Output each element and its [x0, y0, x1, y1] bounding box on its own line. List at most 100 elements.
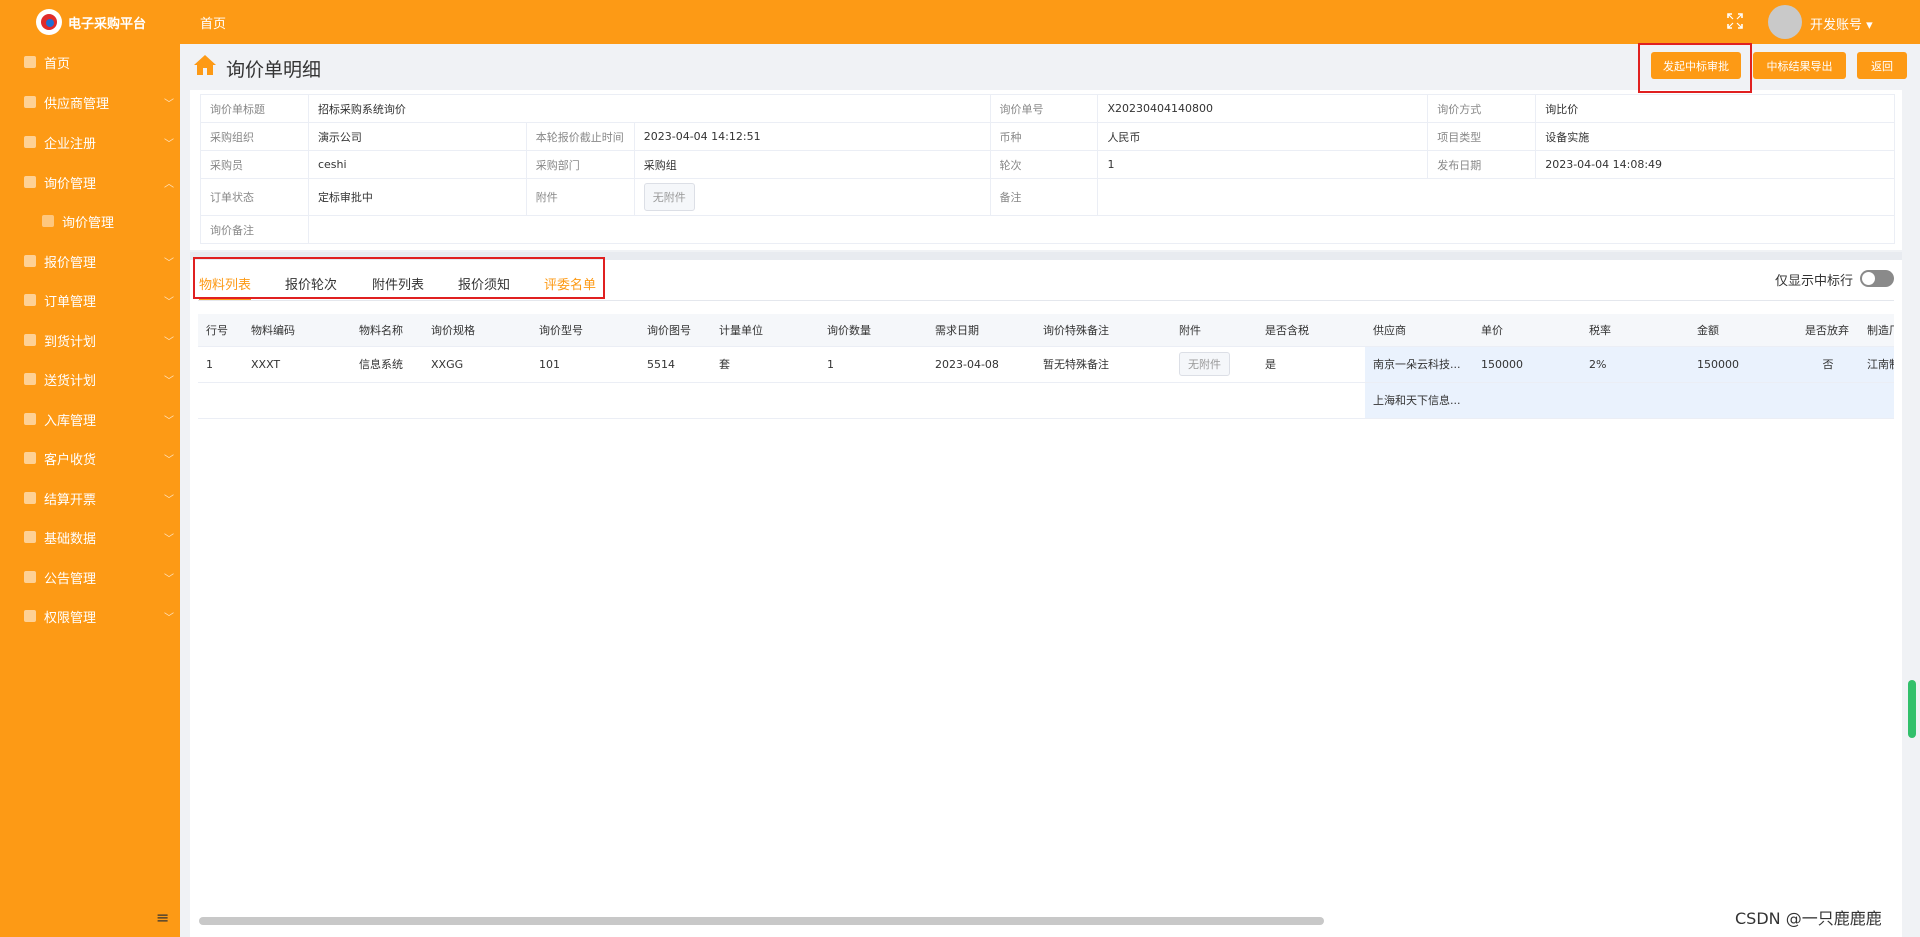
info-value: ceshi: [307, 150, 527, 179]
empty-cell: [1797, 382, 1859, 419]
account-menu[interactable]: 开发账号 ▾: [1810, 14, 1873, 33]
material-table: 行号 物料编码 物料名称 询价规格 询价型号 询价图号 计量单位 询价数量 需求…: [198, 314, 1894, 424]
no-attachment-button[interactable]: 无附件: [643, 183, 695, 211]
info-value: 询比价: [1535, 94, 1895, 123]
sidebar-item-basedata[interactable]: 基础数据 ﹀: [0, 519, 180, 555]
calendar-icon: [24, 294, 36, 306]
chevron-down-icon: ﹀: [164, 138, 174, 150]
chevron-down-icon: ﹀: [164, 336, 174, 348]
column-header: 制造厂: [1859, 314, 1894, 347]
sidebar-item-delivery[interactable]: 送货计划 ﹀: [0, 361, 180, 397]
sidebar-item-order[interactable]: 订单管理 ﹀: [0, 282, 180, 318]
home-icon: [24, 56, 36, 68]
sidebar-subitem-inquiry[interactable]: 询价管理: [0, 203, 180, 239]
info-value: [307, 215, 1896, 244]
inquiry-info-table: 询价单标题 招标采购系统询价 询价单号 X20230404140800 询价方式…: [200, 94, 1896, 244]
sidebar-item-arrival[interactable]: 到货计划 ﹀: [0, 322, 180, 358]
cell-manufacturer: 江南制: [1859, 346, 1894, 383]
info-value: 人民币: [1097, 122, 1429, 151]
no-attachment-button[interactable]: 无附件: [1179, 352, 1230, 376]
info-label: 项目类型: [1427, 122, 1537, 151]
column-header: 物料编码: [243, 314, 351, 347]
sidebar-item-inquiry[interactable]: 询价管理 ︿: [0, 164, 180, 200]
winning-only-label: 仅显示中标行: [1775, 274, 1854, 289]
back-button[interactable]: 返回: [1857, 52, 1907, 79]
cell-spec: XXGG: [423, 346, 531, 383]
sidebar-item-label: 结算开票: [44, 492, 97, 508]
menu-collapse-icon[interactable]: ≡: [156, 908, 169, 927]
sidebar-item-label: 入库管理: [44, 413, 97, 429]
empty-cell: [1473, 382, 1581, 419]
horizontal-scrollbar[interactable]: [199, 917, 1324, 925]
info-label: 发布日期: [1427, 150, 1537, 179]
user-icon: [24, 96, 36, 108]
cell-tax-included: 是: [1257, 346, 1365, 383]
info-value: 演示公司: [307, 122, 527, 151]
highlight-box-tabs: [193, 257, 605, 299]
chevron-down-icon: ﹀: [164, 494, 174, 506]
empty-cell: [1689, 382, 1797, 419]
sidebar-item-label: 订单管理: [44, 294, 97, 310]
chevron-down-icon: ﹀: [164, 573, 174, 585]
table-row[interactable]: 上海和天下信息...: [198, 382, 1894, 419]
material-grid: 行号 物料编码 物料名称 询价规格 询价型号 询价图号 计量单位 询价数量 需求…: [198, 314, 1894, 419]
column-header: 单价: [1473, 314, 1581, 347]
highlight-box-approve: [1638, 43, 1752, 93]
info-label: 采购部门: [525, 150, 635, 179]
breadcrumb-home[interactable]: 首页: [200, 13, 226, 32]
chevron-down-icon: ﹀: [164, 612, 174, 624]
vertical-scrollbar[interactable]: [1908, 680, 1916, 738]
cell-unit-price: 150000: [1473, 346, 1581, 383]
truck-icon: [24, 373, 36, 385]
detail-tabs-panel: 物料列表 报价轮次 附件列表 报价须知 评委名单 仅显示中标行 行号 物料编码 …: [190, 260, 1902, 937]
app-title: 电子采购平台: [68, 16, 147, 32]
info-label: 采购员: [200, 150, 309, 179]
sidebar-item-warehouse[interactable]: 入库管理 ﹀: [0, 401, 180, 437]
info-value: 采购组: [633, 150, 991, 179]
sidebar-item-notice[interactable]: 公告管理 ﹀: [0, 559, 180, 595]
cell-quantity: 1: [819, 346, 927, 383]
cell-material-code: XXXT: [243, 346, 351, 383]
sidebar-item-receipt[interactable]: 客户收货 ﹀: [0, 440, 180, 476]
sidebar: 首页 供应商管理 ﹀ 企业注册 ﹀ 询价管理 ︿ 询价管理 报价管理 ﹀ 订单管…: [0, 44, 180, 937]
column-header: 需求日期: [927, 314, 1035, 347]
empty-cell: [198, 382, 1365, 419]
sidebar-item-home[interactable]: 首页: [0, 44, 180, 80]
watermark: CSDN @一只鹿鹿鹿: [1735, 909, 1882, 928]
chevron-down-icon: ﹀: [164, 415, 174, 427]
chevron-down-icon: ﹀: [164, 257, 174, 269]
chevron-down-icon: ﹀: [164, 454, 174, 466]
cell-supplier[interactable]: 南京一朵云科技...: [1365, 346, 1473, 383]
sidebar-item-enterprise[interactable]: 企业注册 ﹀: [0, 124, 180, 160]
column-header: 是否放弃: [1797, 314, 1859, 347]
info-value: 2023-04-04 14:08:49: [1535, 150, 1895, 179]
cell-abandoned: 否: [1797, 346, 1859, 383]
info-value: 无附件: [633, 178, 991, 216]
sidebar-item-supplier[interactable]: 供应商管理 ﹀: [0, 84, 180, 120]
sidebar-item-label: 报价管理: [44, 255, 97, 271]
sidebar-item-label: 基础数据: [44, 531, 97, 547]
column-header: 计量单位: [711, 314, 819, 347]
cell-special-note: 暂无特殊备注: [1035, 346, 1171, 383]
cell-demand-date: 2023-04-08: [927, 346, 1035, 383]
sidebar-item-label: 供应商管理: [44, 96, 110, 112]
app-logo[interactable]: 电子采购平台: [36, 9, 146, 35]
info-value: 2023-04-04 14:12:51: [633, 122, 991, 151]
calendar-icon: [24, 413, 36, 425]
info-value: [1097, 178, 1895, 216]
cell-supplier[interactable]: 上海和天下信息...: [1365, 382, 1473, 419]
logo-icon: [36, 9, 62, 35]
chevron-up-icon: ︿: [164, 178, 174, 190]
column-header: 税率: [1581, 314, 1689, 347]
column-header: 询价图号: [639, 314, 711, 347]
export-award-result-button[interactable]: 中标结果导出: [1753, 52, 1846, 79]
avatar[interactable]: [1768, 5, 1802, 39]
sidebar-item-invoice[interactable]: 结算开票 ﹀: [0, 480, 180, 516]
sidebar-item-quote[interactable]: 报价管理 ﹀: [0, 243, 180, 279]
table-row[interactable]: 1 XXXT 信息系统 XXGG 101 5514 套 1 2023-04-08…: [198, 346, 1894, 383]
info-value: X20230404140800: [1097, 94, 1429, 123]
sidebar-item-permission[interactable]: 权限管理 ﹀: [0, 598, 180, 634]
fullscreen-icon[interactable]: [1727, 13, 1743, 29]
info-value: 定标审批中: [307, 178, 527, 216]
winning-only-toggle[interactable]: [1860, 270, 1894, 287]
